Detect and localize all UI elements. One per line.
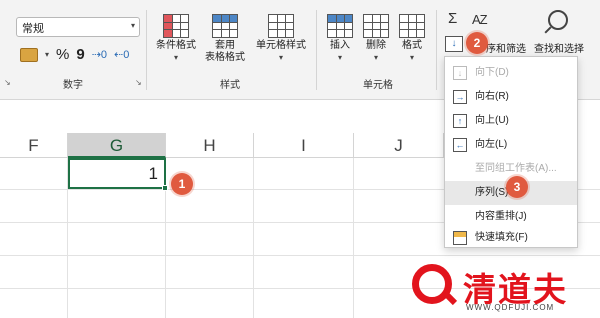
menu-item-label: 向下(D) [475, 67, 509, 78]
fill-dropdown-menu: ↓ 向下(D) → 向右(R) ↑ 向上(U) ← 向左(L) 至同组工作表(A… [444, 56, 578, 248]
chevron-down-icon: ▾ [337, 53, 342, 62]
cell-styles-label: 单元格样式 [256, 40, 306, 51]
menu-item-label: 至同组工作表(A)... [475, 163, 557, 174]
number-group-label: 数字 [63, 80, 83, 91]
column-header-h[interactable]: H [166, 133, 254, 158]
chevron-down-icon: ▾ [130, 21, 135, 30]
menu-item-justify[interactable]: 内容重排(J) [445, 205, 577, 229]
menu-item-label: 快速填充(F) [475, 232, 528, 243]
group-separator [146, 10, 147, 90]
menu-item-fill-down[interactable]: ↓ 向下(D) [445, 61, 577, 85]
search-icon[interactable] [548, 10, 568, 30]
menu-item-label: 向左(L) [475, 139, 508, 150]
fill-button[interactable]: ↓ [445, 36, 463, 52]
styles-group-label: 样式 [220, 80, 240, 91]
menu-item-label: 向右(R) [475, 91, 509, 102]
menu-item-flash-fill[interactable]: 快速填充(F) [445, 229, 577, 247]
decrease-decimal-icon[interactable]: ⇠0 [114, 48, 129, 61]
insert-cells-label: 插入 [330, 40, 350, 51]
cell-styles-icon [268, 14, 294, 38]
group-separator [316, 10, 317, 90]
number-format-buttons: ▾ % 9 ⇢0 ⇠0 [20, 46, 129, 63]
insert-cells-button[interactable]: 插入 ▾ [324, 14, 356, 64]
fill-right-icon: → [453, 90, 467, 104]
fill-left-icon: ← [453, 138, 467, 152]
number-format-select[interactable]: 常规 ▾ [16, 17, 140, 37]
gridline [0, 255, 600, 256]
cells-group-label: 单元格 [363, 80, 393, 91]
delete-cells-icon [363, 14, 389, 38]
sort-filter-label[interactable]: 序和筛选 [486, 40, 526, 55]
format-cells-label: 格式 [402, 40, 422, 51]
ribbon-top-strip [0, 0, 600, 6]
active-cell-g[interactable]: 1 [68, 158, 166, 189]
format-as-table-icon [212, 14, 238, 38]
chevron-down-icon: ▾ [373, 53, 378, 62]
gridline [353, 158, 354, 318]
format-cells-icon [399, 14, 425, 38]
fill-down-icon: ↓ [451, 38, 457, 49]
menu-item-fill-left[interactable]: ← 向左(L) [445, 133, 577, 157]
find-select-label[interactable]: 查找和选择 [534, 40, 584, 55]
column-header-g[interactable]: G [68, 133, 166, 158]
fill-handle[interactable] [162, 185, 168, 191]
column-header-f[interactable]: F [0, 133, 68, 158]
cell-styles-button[interactable]: 单元格样式 ▾ [252, 14, 310, 64]
step-badge-1: 1 [171, 173, 193, 195]
chevron-down-icon: ▾ [173, 53, 178, 62]
dialog-launcher-icon[interactable]: ↘ [135, 78, 142, 87]
dialog-launcher-icon[interactable]: ↘ [4, 78, 11, 87]
step-badge-2: 2 [466, 32, 488, 54]
column-header-i[interactable]: I [254, 133, 354, 158]
currency-icon[interactable] [20, 47, 38, 62]
chevron-down-icon: ▾ [409, 53, 414, 62]
percent-style-button[interactable]: % [56, 46, 69, 63]
menu-item-fill-right[interactable]: → 向右(R) [445, 85, 577, 109]
increase-decimal-icon[interactable]: ⇢0 [92, 48, 107, 61]
conditional-format-label: 条件格式 [156, 40, 196, 51]
flash-fill-icon [453, 231, 467, 245]
watermark-logo-icon [412, 264, 452, 304]
format-as-table-button[interactable]: 套用 表格格式 [200, 14, 250, 64]
comma-style-button[interactable]: 9 [76, 46, 84, 63]
menu-item-fill-up[interactable]: ↑ 向上(U) [445, 109, 577, 133]
column-header-j[interactable]: J [354, 133, 444, 158]
autosum-button[interactable]: Σ [448, 10, 457, 27]
format-as-table-label-2: 表格格式 [205, 52, 245, 63]
conditional-format-button[interactable]: 条件格式 ▾ [152, 14, 200, 64]
chevron-down-icon: ▾ [278, 53, 283, 62]
chevron-down-icon[interactable]: ▾ [45, 50, 49, 59]
insert-cells-icon [327, 14, 353, 38]
fill-down-icon: ↓ [453, 66, 467, 80]
delete-cells-label: 删除 [366, 40, 386, 51]
number-format-value: 常规 [22, 23, 44, 35]
step-badge-3: 3 [506, 176, 528, 198]
fill-up-icon: ↑ [453, 114, 467, 128]
conditional-format-icon [163, 14, 189, 38]
format-as-table-label-1: 套用 [215, 40, 235, 51]
sort-filter-icon[interactable]: AZ [472, 12, 488, 27]
watermark-url: WWW.QDFUJI.COM [466, 303, 555, 312]
menu-item-label: 内容重排(J) [475, 211, 527, 222]
gridline [253, 158, 254, 318]
delete-cells-button[interactable]: 删除 ▾ [360, 14, 392, 64]
format-cells-button[interactable]: 格式 ▾ [396, 14, 428, 64]
menu-item-label: 向上(U) [475, 115, 509, 126]
group-separator [436, 10, 437, 90]
